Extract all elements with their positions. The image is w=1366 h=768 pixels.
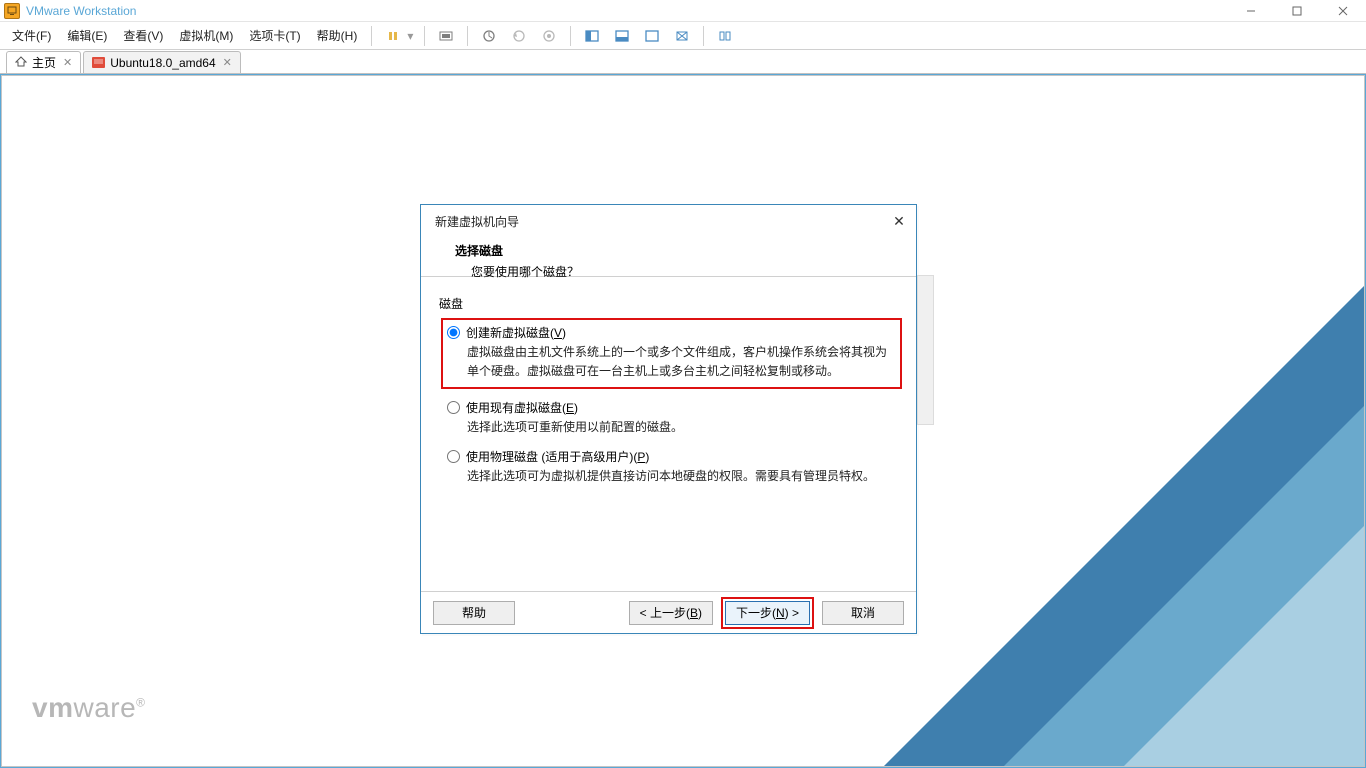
close-button[interactable] (1320, 0, 1366, 22)
vm-icon (92, 57, 105, 68)
vmware-logo: vmware® (32, 692, 146, 724)
app-icon (4, 3, 20, 19)
next-button-highlight: 下一步(N) > (721, 597, 814, 629)
send-cad-icon[interactable] (433, 25, 459, 47)
menu-file[interactable]: 文件(F) (6, 24, 57, 47)
dialog-title: 新建虚拟机向导 (435, 213, 902, 230)
content-area: vmware® 新建虚拟机向导 ✕ 选择磁盘 您要使用哪个磁盘？ 磁盘 创建新虚… (0, 74, 1366, 768)
dialog-header: 新建虚拟机向导 ✕ 选择磁盘 您要使用哪个磁盘？ (421, 205, 916, 277)
separator (703, 26, 704, 46)
snapshot-take-icon[interactable] (476, 25, 502, 47)
help-button[interactable]: 帮助 (433, 601, 515, 625)
radio-create-new-disk[interactable]: 创建新虚拟磁盘(V) (447, 324, 894, 341)
separator (424, 26, 425, 46)
tab-strip: 主页 ✕ Ubuntu18.0_amd64 ✕ (0, 50, 1366, 74)
option-desc: 选择此选项可重新使用以前配置的磁盘。 (467, 418, 898, 437)
separator (570, 26, 571, 46)
minimize-button[interactable] (1228, 0, 1274, 22)
scrollbar[interactable] (917, 275, 934, 425)
tab-home-label: 主页 (32, 54, 56, 71)
radio-label: 使用现有虚拟磁盘(E) (466, 399, 578, 416)
menu-tabs[interactable]: 选项卡(T) (243, 24, 306, 47)
window-titlebar: VMware Workstation (0, 0, 1366, 22)
snapshot-manager-icon[interactable] (536, 25, 562, 47)
radio-input[interactable] (447, 450, 460, 463)
next-button[interactable]: 下一步(N) > (725, 601, 810, 625)
fullscreen-icon[interactable] (609, 25, 635, 47)
menu-help[interactable]: 帮助(H) (311, 24, 364, 47)
radio-input[interactable] (447, 326, 460, 339)
dialog-section-title: 选择磁盘 (455, 242, 902, 259)
power-play-icon[interactable] (380, 25, 406, 47)
tab-home[interactable]: 主页 ✕ (6, 51, 81, 73)
stretch-icon[interactable] (669, 25, 695, 47)
close-icon[interactable]: ✕ (63, 56, 72, 69)
tab-vm-ubuntu[interactable]: Ubuntu18.0_amd64 ✕ (83, 51, 241, 73)
home-panel: vmware® 新建虚拟机向导 ✕ 选择磁盘 您要使用哪个磁盘？ 磁盘 创建新虚… (1, 75, 1365, 767)
menubar: 文件(F) 编辑(E) 查看(V) 虚拟机(M) 选项卡(T) 帮助(H) ▾ (0, 22, 1366, 50)
unity-icon[interactable] (639, 25, 665, 47)
separator (371, 26, 372, 46)
option-desc: 选择此选项可为虚拟机提供直接访问本地硬盘的权限。需要具有管理员特权。 (467, 467, 898, 486)
cancel-button[interactable]: 取消 (822, 601, 904, 625)
option-create-new-disk: 创建新虚拟磁盘(V) 虚拟磁盘由主机文件系统上的一个或多个文件组成，客户机操作系… (441, 318, 902, 389)
back-button[interactable]: < 上一步(B) (629, 601, 713, 625)
close-icon[interactable]: ✕ (890, 212, 908, 230)
menu-view[interactable]: 查看(V) (117, 24, 169, 47)
radio-use-physical-disk[interactable]: 使用物理磁盘 (适用于高级用户)(P) (447, 448, 898, 465)
library-icon[interactable] (712, 25, 738, 47)
dialog-footer: 帮助 < 上一步(B) 下一步(N) > 取消 (421, 591, 916, 633)
disk-group-label: 磁盘 (439, 295, 898, 312)
radio-input[interactable] (447, 401, 460, 414)
maximize-button[interactable] (1274, 0, 1320, 22)
snapshot-revert-icon[interactable] (506, 25, 532, 47)
radio-label: 使用物理磁盘 (适用于高级用户)(P) (466, 448, 649, 465)
new-vm-wizard-dialog: 新建虚拟机向导 ✕ 选择磁盘 您要使用哪个磁盘？ 磁盘 创建新虚拟磁盘(V) 虚… (420, 204, 917, 634)
chevron-down-icon[interactable]: ▾ (406, 29, 414, 43)
menu-edit[interactable]: 编辑(E) (61, 24, 113, 47)
tab-vm-label: Ubuntu18.0_amd64 (110, 56, 215, 70)
radio-label: 创建新虚拟磁盘(V) (466, 324, 566, 341)
close-icon[interactable]: ✕ (223, 56, 232, 69)
fit-guest-icon[interactable] (579, 25, 605, 47)
window-title: VMware Workstation (26, 4, 136, 18)
dialog-body: 磁盘 创建新虚拟磁盘(V) 虚拟磁盘由主机文件系统上的一个或多个文件组成，客户机… (421, 277, 916, 504)
window-controls (1228, 0, 1366, 22)
menu-vm[interactable]: 虚拟机(M) (173, 24, 239, 47)
option-use-physical-disk: 使用物理磁盘 (适用于高级用户)(P) 选择此选项可为虚拟机提供直接访问本地硬盘… (447, 448, 898, 486)
option-desc: 虚拟磁盘由主机文件系统上的一个或多个文件组成，客户机操作系统会将其视为单个硬盘。… (467, 343, 894, 381)
radio-use-existing-disk[interactable]: 使用现有虚拟磁盘(E) (447, 399, 898, 416)
home-icon (15, 56, 27, 70)
separator (467, 26, 468, 46)
dialog-question: 您要使用哪个磁盘？ (471, 263, 902, 280)
option-use-existing-disk: 使用现有虚拟磁盘(E) 选择此选项可重新使用以前配置的磁盘。 (447, 399, 898, 437)
